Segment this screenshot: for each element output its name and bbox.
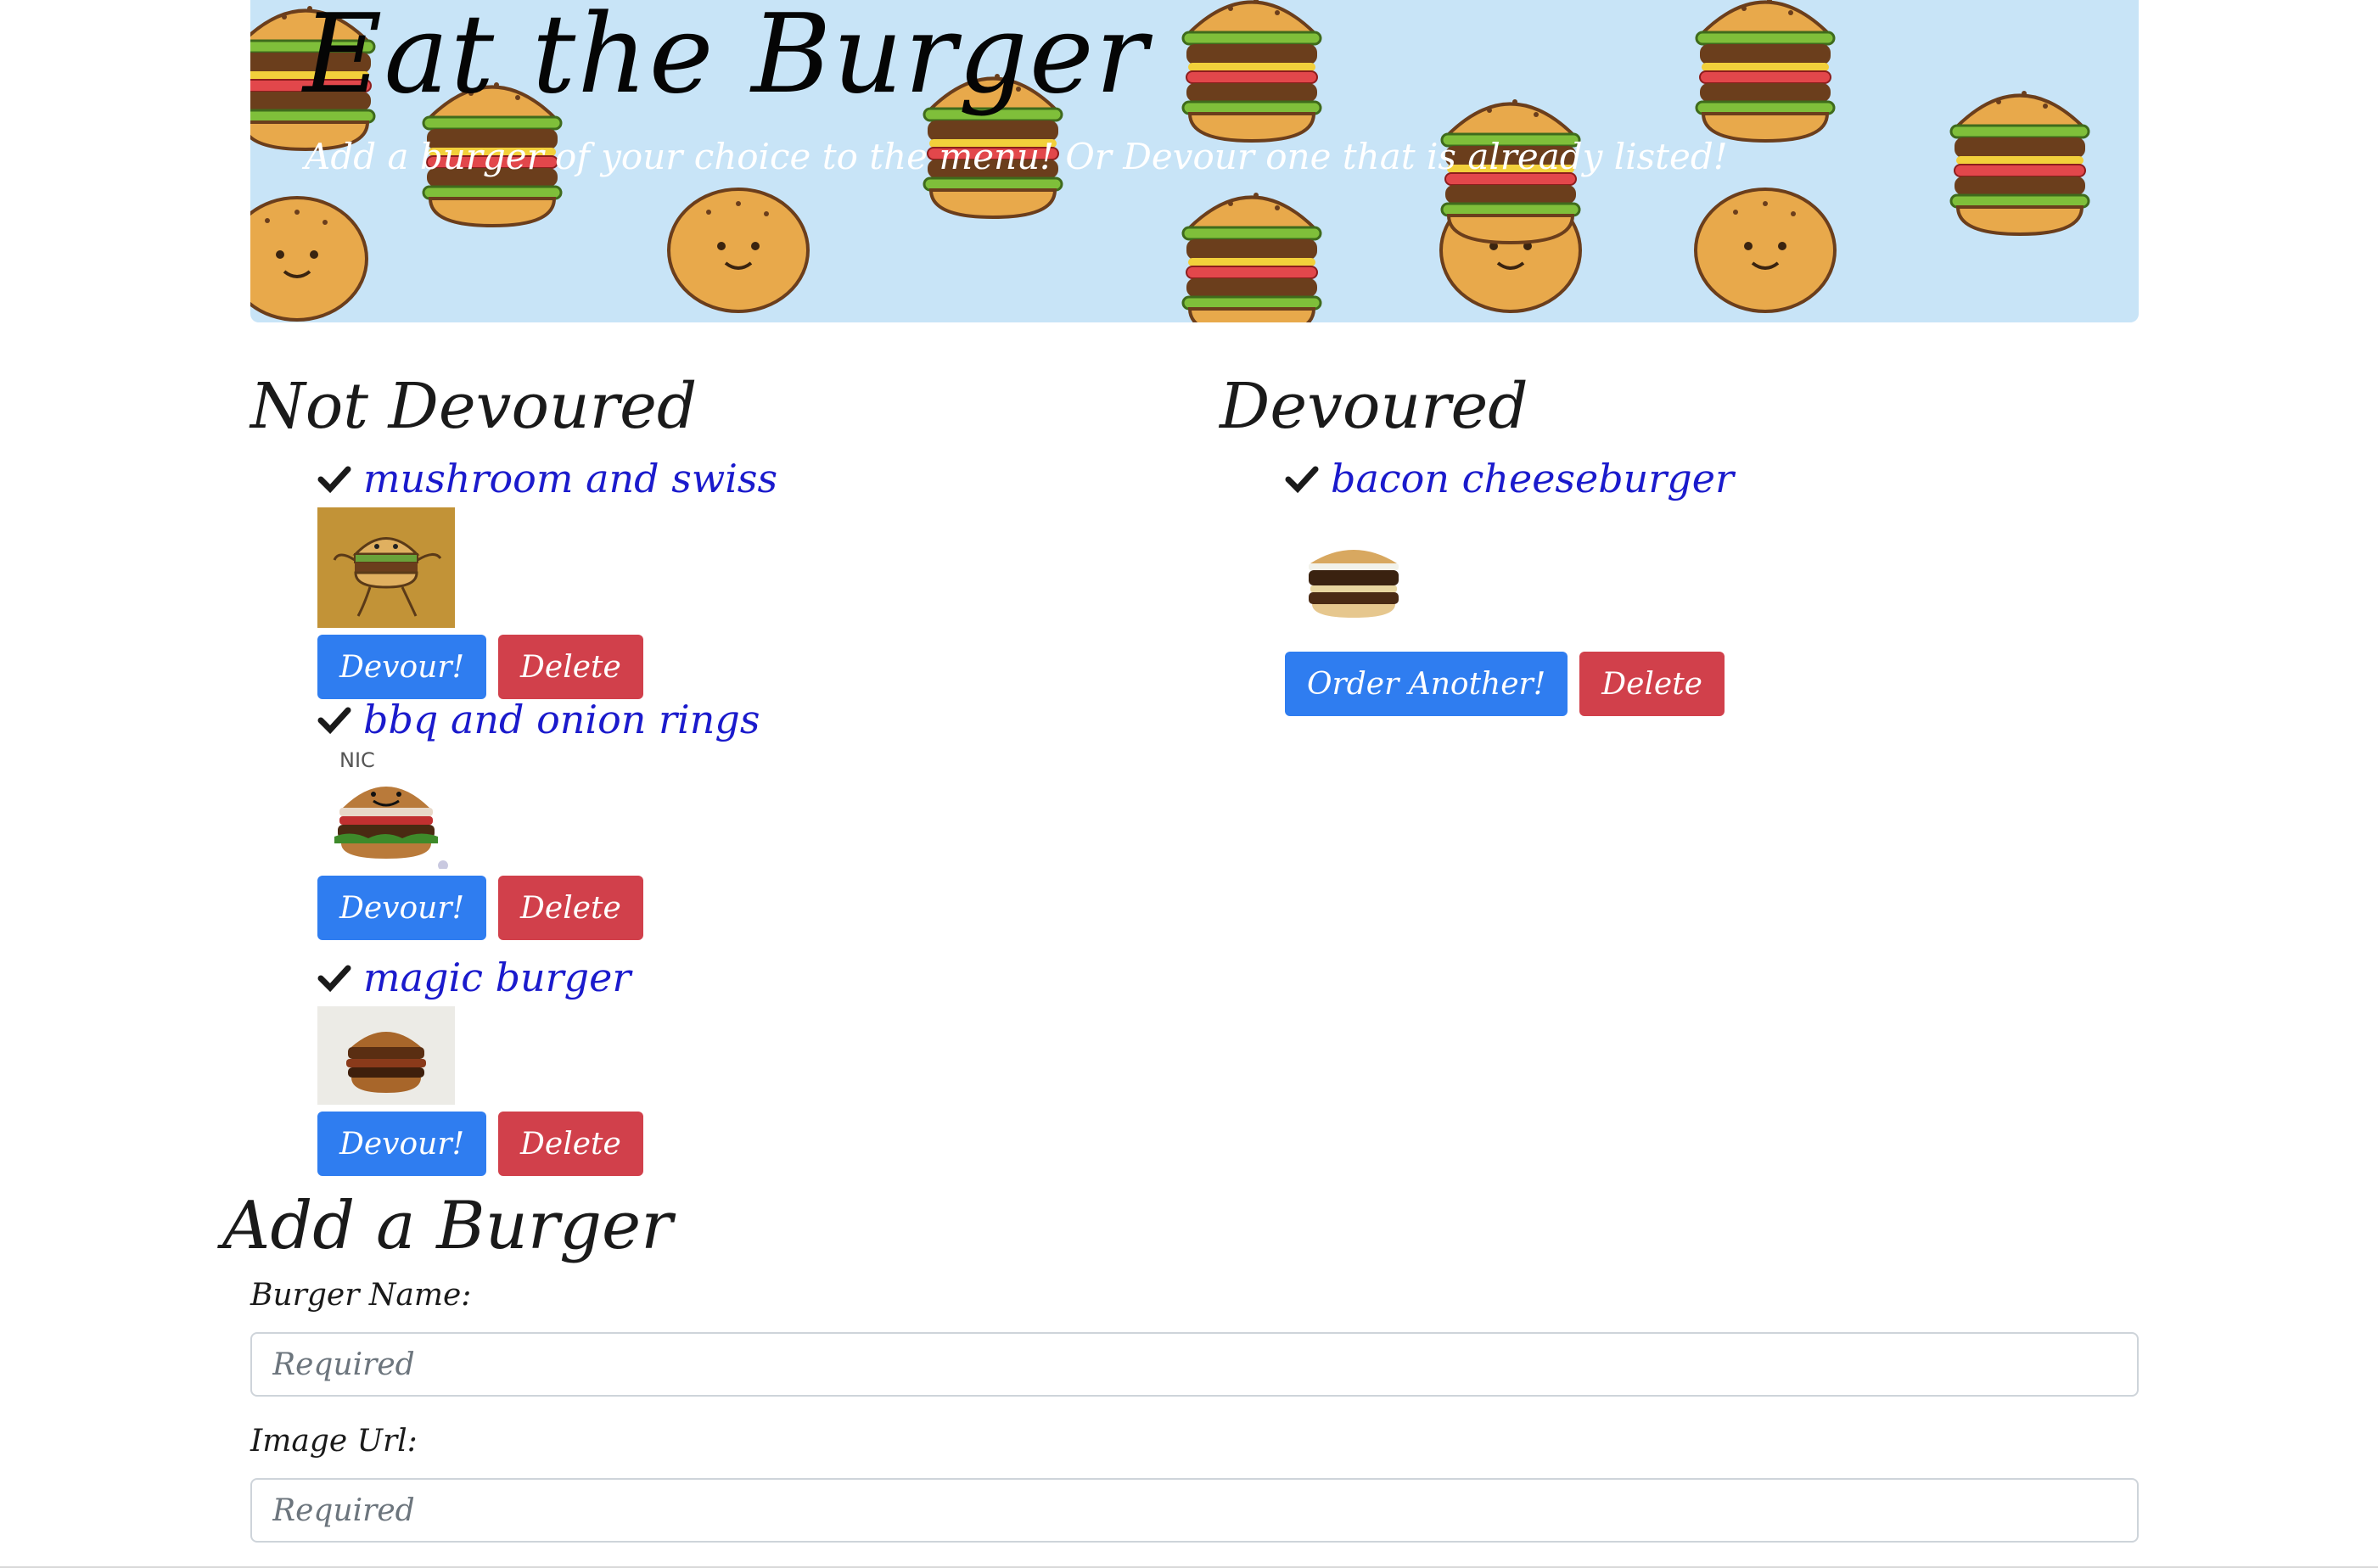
burger-name[interactable]: mushroom and swiss [363,456,777,501]
order-another-button[interactable]: Order Another! [1285,652,1568,716]
list-item: bbq and onion rings NIC Devour! Delete [317,696,1081,940]
page: Eat the Burger Add a burger of your choi… [0,0,2378,1568]
image-caption: NIC [339,748,375,772]
delete-button[interactable]: Delete [498,876,643,940]
delete-button[interactable]: Delete [498,1112,643,1176]
header-banner: Eat the Burger Add a burger of your choi… [250,0,2139,322]
devour-button[interactable]: Devour! [317,1112,487,1176]
list-item: mushroom and swiss Devour! Delete [317,455,1081,699]
burger-image [317,1006,455,1105]
delete-button[interactable]: Delete [1579,652,1725,716]
list-item: magic burger Devour! Delete [317,954,1081,1176]
burger-name-input[interactable] [250,1332,2139,1397]
burger-pattern-icon [1685,0,1846,144]
image-url-label: Image Url: [250,1424,418,1459]
devour-button[interactable]: Devour! [317,876,487,940]
burger-pattern-icon [1171,0,1332,144]
burger-image [1285,514,1422,635]
check-icon [317,707,351,735]
burger-image: NIC [317,748,455,869]
burger-pattern-icon [1171,170,1332,322]
burger-name[interactable]: magic burger [363,955,631,1000]
burger-pattern-icon [658,170,819,322]
page-subtitle: Add a burger of your choice to the menu!… [305,136,1728,177]
image-url-input[interactable] [250,1478,2139,1543]
check-icon [1285,466,1319,494]
check-icon [317,965,351,993]
burger-image [317,507,455,628]
burger-name[interactable]: bacon cheeseburger [1331,456,1734,501]
add-burger-heading: Add a Burger [222,1188,673,1264]
burger-pattern-icon [1939,68,2100,238]
delete-button[interactable]: Delete [498,635,643,699]
burger-pattern-icon [250,178,378,322]
not-devoured-heading: Not Devoured [250,370,698,443]
burger-name[interactable]: bbq and onion rings [363,697,760,742]
check-icon [317,466,351,494]
burger-name-label: Burger Name: [250,1278,472,1313]
devoured-heading: Devoured [1220,370,1528,443]
page-title: Eat the Burger [303,0,1149,118]
list-item: bacon cheeseburger Order Another! Delete [1285,455,2049,716]
devour-button[interactable]: Devour! [317,635,487,699]
burger-pattern-icon [1685,170,1846,322]
